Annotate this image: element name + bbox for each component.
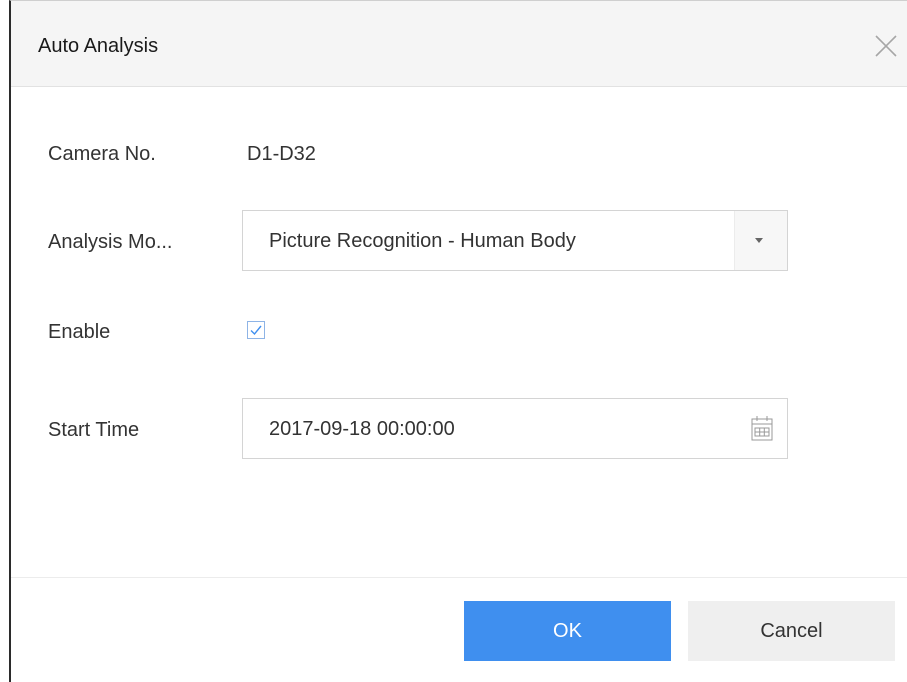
dialog-header: Auto Analysis bbox=[11, 1, 907, 87]
cancel-button[interactable]: Cancel bbox=[688, 601, 895, 661]
start-time-value: 2017-09-18 00:00:00 bbox=[269, 418, 455, 440]
analysis-mode-select[interactable]: Picture Recognition - Human Body bbox=[242, 210, 788, 271]
enable-checkbox[interactable] bbox=[247, 321, 265, 339]
chevron-down-icon bbox=[755, 238, 763, 243]
camera-no-label: Camera No. bbox=[48, 143, 156, 165]
close-icon[interactable] bbox=[873, 33, 899, 59]
enable-label: Enable bbox=[48, 321, 111, 343]
dropdown-toggle[interactable] bbox=[734, 211, 787, 270]
analysis-mode-label: Analysis Mo... bbox=[48, 231, 173, 253]
start-time-label: Start Time bbox=[48, 419, 140, 441]
ok-button[interactable]: OK bbox=[464, 601, 671, 661]
start-time-input[interactable]: 2017-09-18 00:00:00 bbox=[242, 398, 788, 459]
calendar-icon[interactable] bbox=[751, 415, 773, 441]
auto-analysis-dialog: Auto Analysis Camera No. D1-D32 Analysis… bbox=[9, 0, 907, 682]
check-icon bbox=[250, 325, 262, 336]
footer-divider bbox=[11, 577, 907, 578]
analysis-mode-value: Picture Recognition - Human Body bbox=[269, 230, 576, 252]
dialog-title: Auto Analysis bbox=[38, 35, 159, 57]
camera-no-value: D1-D32 bbox=[247, 143, 316, 165]
